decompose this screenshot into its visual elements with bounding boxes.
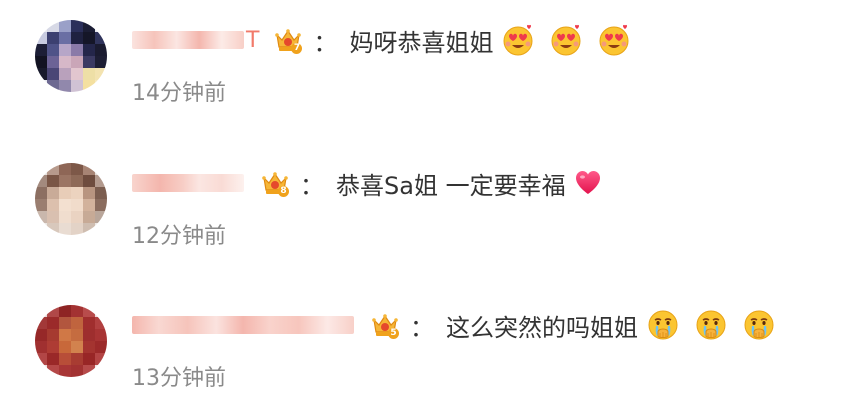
vip-crown-badge-icon[interactable]: 7 [273,25,303,55]
heart-eyes-emoji-icon [501,23,535,57]
comment-text: 这么突然的吗姐姐 [446,313,638,342]
vip-level-number: 8 [278,186,289,197]
comment-item: T 7 ： 妈呀恭喜姐姐 14分钟前 [0,0,850,110]
separator-colon: ： [300,171,324,200]
comment-item: 8 ： 恭喜Sa姐 一定要幸福 12分钟前 [0,143,850,253]
avatar[interactable] [35,20,107,92]
nickname-blur [132,174,244,192]
comment-header: 5 ： 这么突然的吗姐姐 [132,307,790,343]
red-heart-emoji-icon [574,169,602,197]
heart-eyes-emoji-icon [597,23,631,57]
vip-level-number: 5 [388,328,399,339]
crying-emoji-icon [694,308,728,342]
vip-crown-badge-icon[interactable]: 8 [260,168,290,198]
comment-text: 恭喜Sa姐 一定要幸福 [336,171,566,200]
nickname-link[interactable]: T [132,27,260,53]
heart-eyes-emoji-icon [549,23,583,57]
nickname-link[interactable] [132,314,356,336]
crying-emoji-icon [646,308,680,342]
comment-timestamp: 14分钟前 [132,81,226,106]
avatar[interactable] [35,305,107,377]
separator-colon: ： [410,313,434,342]
vip-crown-badge-icon[interactable]: 5 [370,310,400,340]
comment-header: T 7 ： 妈呀恭喜姐姐 [132,22,645,58]
nickname-blur [132,316,354,334]
crying-emoji-icon [742,308,776,342]
comment-timestamp: 13分钟前 [132,366,226,391]
separator-colon: ： [313,28,338,57]
nickname-blur [132,31,244,49]
avatar[interactable] [35,163,107,235]
comment-text: 妈呀恭喜姐姐 [349,28,494,57]
nickname-link[interactable] [132,172,246,194]
nickname-text: T [246,27,260,53]
comment-timestamp: 12分钟前 [132,224,226,249]
comment-header: 8 ： 恭喜Sa姐 一定要幸福 [132,165,616,201]
comment-item: 5 ： 这么突然的吗姐姐 13分钟前 [0,285,850,395]
